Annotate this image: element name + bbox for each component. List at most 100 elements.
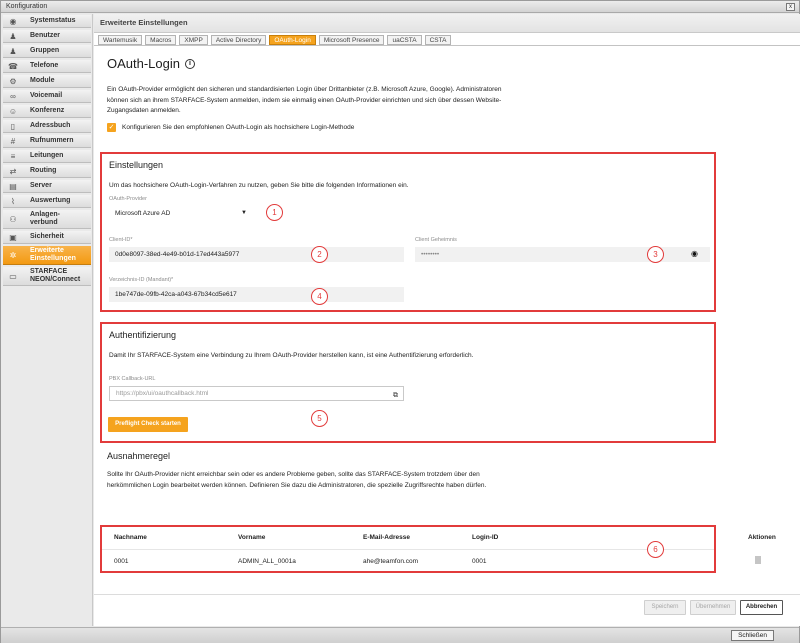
settings-text: Um das hochsichere OAuth-Login-Verfahren… (109, 182, 409, 189)
sidebar-item-label: Telefone (30, 62, 59, 69)
marker-6: 6 (647, 541, 664, 558)
sidebar-item-systemstatus[interactable]: ◉ Systemstatus (3, 15, 91, 28)
cell-firstname: ADMIN_ALL_0001a (238, 558, 296, 565)
sidebar-item-benutzer[interactable]: ♟ Benutzer (3, 30, 91, 43)
sidebar-item-neon-connect[interactable]: ▭ STARFACE NEON/Connect (3, 267, 91, 286)
sidebar-item-label: Server (30, 182, 52, 189)
auth-section: Authentifizierung Damit Ihr STARFACE-Sys… (100, 322, 716, 443)
tab-csta[interactable]: CSTA (424, 35, 452, 45)
module-icon: ⚙ (9, 76, 17, 86)
client-secret-field[interactable]: •••••••• (415, 247, 710, 262)
auth-title: Authentifizierung (109, 330, 177, 340)
provider-select[interactable]: Microsoft Azure AD ▼ (109, 206, 251, 221)
lock-icon: ▣ (9, 232, 17, 242)
sidebar-item-server[interactable]: ▤ Server (3, 180, 91, 193)
window-titlebar: Konfiguration x (1, 1, 799, 13)
provider-label: OAuth-Provider (109, 196, 147, 202)
tab-macros[interactable]: Macros (145, 35, 177, 45)
settings-title: Einstellungen (109, 160, 164, 170)
sidebar-item-label: Erweiterte Einstellungen (30, 247, 76, 262)
client-id-field[interactable]: 0d0e8097-38ed-4e49-b01d-17ed443a5977 (109, 247, 404, 262)
marker-1: 1 (266, 204, 283, 221)
footer-divider (94, 594, 800, 595)
window-close-icon[interactable]: x (786, 3, 795, 11)
exceptions-title: Ausnahmeregel (107, 451, 171, 461)
tab-divider (94, 45, 800, 46)
provider-value: Microsoft Azure AD (115, 210, 171, 217)
sidebar: ◉ Systemstatus ♟ Benutzer ♟ Gruppen ☎ Telefo… (1, 14, 93, 626)
trash-icon[interactable] (755, 556, 761, 564)
sidebar-item-adressbuch[interactable]: ▯ Adressbuch (3, 120, 91, 133)
column-lastname[interactable]: Nachname (114, 534, 147, 541)
apply-button[interactable]: Übernehmen (690, 600, 736, 615)
callback-url-input[interactable]: https://pbx/ui/oauthcallback.html ⧉ (109, 386, 404, 401)
addressbook-icon: ▯ (10, 121, 16, 131)
table-divider (102, 549, 714, 550)
tab-wartemusik[interactable]: Wartemusik (98, 35, 143, 45)
sidebar-item-erweiterte-einstellungen[interactable]: ✲ Erweiterte Einstellungen (3, 246, 91, 265)
column-login-id[interactable]: Login-ID (472, 534, 498, 541)
sidebar-item-label: Routing (30, 167, 57, 174)
window-title: Konfiguration (6, 3, 48, 10)
sidebar-item-leitungen[interactable]: ≡ Leitungen (3, 150, 91, 163)
sidebar-item-telefone[interactable]: ☎ Telefone (3, 60, 91, 73)
checkbox-checked-icon[interactable]: ✓ (107, 123, 116, 132)
sidebar-item-voicemail[interactable]: ∞ Voicemail (3, 90, 91, 103)
sidebar-item-module[interactable]: ⚙ Module (3, 75, 91, 88)
tab-microsoft-presence[interactable]: Microsoft Presence (318, 35, 385, 45)
callback-url-text: https://pbx/ui/oauthcallback.html (116, 390, 209, 397)
main-header-title: Erweiterte Einstellungen (100, 18, 188, 27)
group-icon: ♟ (9, 46, 17, 56)
numbers-icon: # (10, 136, 16, 146)
sidebar-item-gruppen[interactable]: ♟ Gruppen (3, 45, 91, 58)
column-firstname[interactable]: Vorname (238, 534, 265, 541)
marker-5: 5 (311, 410, 328, 427)
phone-icon: ☎ (8, 61, 18, 71)
column-actions: Aktionen (748, 534, 776, 541)
network-icon: ⚇ (9, 214, 17, 224)
tab-active-directory[interactable]: Active Directory (210, 35, 267, 45)
advanced-settings-icon: ✲ (9, 250, 17, 260)
tab-xmpp[interactable]: XMPP (179, 35, 208, 45)
sidebar-item-auswertung[interactable]: ⌇ Auswertung (3, 195, 91, 208)
sidebar-item-label: Benutzer (30, 32, 60, 39)
column-email[interactable]: E-Mail-Adresse (363, 534, 410, 541)
sidebar-item-routing[interactable]: ⇄ Routing (3, 165, 91, 178)
sidebar-item-sicherheit[interactable]: ▣ Sicherheit (3, 231, 91, 244)
marker-4: 4 (311, 288, 328, 305)
page-title-text: OAuth-Login (107, 56, 180, 71)
sidebar-item-konferenz[interactable]: ☺ Konferenz (3, 105, 91, 118)
close-button[interactable]: Schließen (731, 630, 774, 641)
copy-icon[interactable]: ⧉ (393, 389, 398, 402)
main-header: Erweiterte Einstellungen (94, 14, 800, 33)
sidebar-item-label: Auswertung (30, 197, 71, 204)
cell-lastname: 0001 (114, 558, 129, 565)
save-button[interactable]: Speichern (644, 600, 686, 615)
eye-icon[interactable]: ◉ (691, 249, 698, 258)
intro-text: Ein OAuth-Provider ermöglicht den sicher… (107, 86, 502, 114)
chart-icon: ⌇ (11, 196, 15, 206)
tenant-id-field[interactable]: 1be747de-09fb-42ca-a043-67b34cd5e617 (109, 287, 404, 302)
voicemail-icon: ∞ (10, 91, 16, 101)
cell-email: ahe@teamfon.com (363, 558, 419, 565)
client-id-label: Client-ID* (109, 237, 133, 243)
recommended-login-option[interactable]: ✓ Konfigurieren Sie den empfohlenen OAut… (107, 123, 354, 132)
tab-oauth-login[interactable]: OAuth-Login (269, 35, 316, 45)
info-icon[interactable]: i (185, 58, 195, 69)
preflight-check-button[interactable]: Preflight Check starten (108, 417, 188, 432)
client-secret-label: Client Geheimnis (415, 237, 457, 243)
tab-uacsta[interactable]: uaCSTA (387, 35, 422, 45)
cancel-button[interactable]: Abbrechen (740, 600, 783, 615)
camera-icon: ▭ (9, 271, 17, 281)
page-title: OAuth-Login i (107, 56, 195, 71)
server-icon: ▤ (9, 181, 17, 191)
chevron-down-icon: ▼ (241, 210, 247, 216)
sidebar-item-label: STARFACE NEON/Connect (30, 268, 81, 283)
sidebar-item-rufnummern[interactable]: # Rufnummern (3, 135, 91, 148)
sidebar-item-label: Systemstatus (30, 17, 76, 24)
sidebar-item-label: Sicherheit (30, 233, 64, 240)
exceptions-text: Sollte Ihr OAuth-Provider nicht erreichb… (107, 471, 487, 489)
sidebar-item-anlagenverbund[interactable]: ⚇ Anlagen-verbund (3, 210, 91, 229)
routing-icon: ⇄ (9, 166, 17, 176)
sidebar-item-label: Leitungen (30, 152, 64, 159)
